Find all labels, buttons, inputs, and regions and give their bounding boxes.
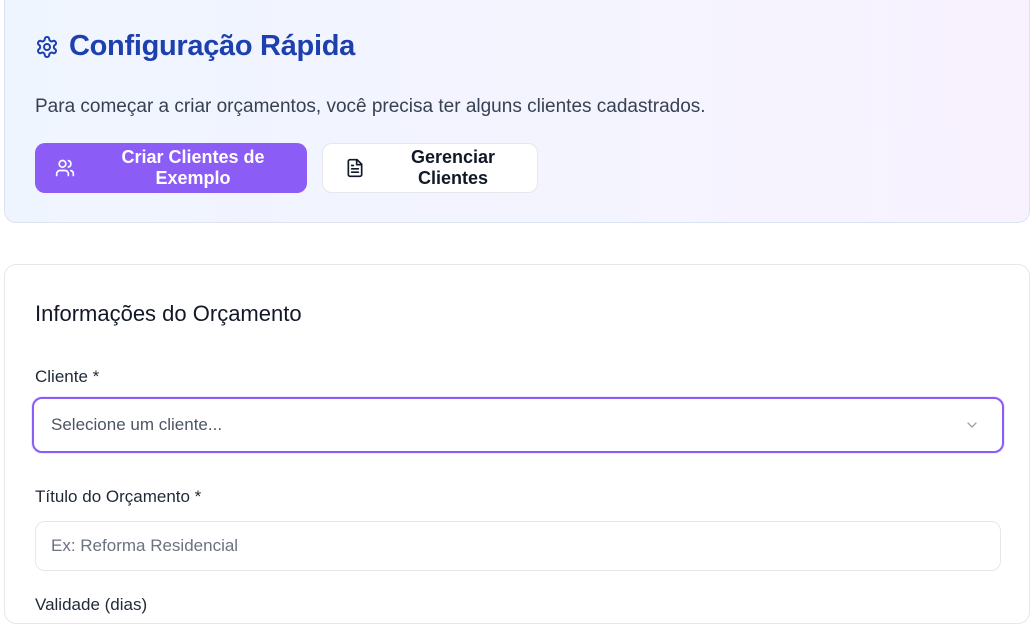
validity-label: Validade (dias) <box>35 595 148 614</box>
budget-info-card: Informações do Orçamento Cliente * Selec… <box>4 264 1030 624</box>
quick-setup-card: Configuração Rápida Para começar a criar… <box>4 0 1030 223</box>
budget-title-input[interactable] <box>35 521 1001 571</box>
quick-setup-title: Configuração Rápida <box>69 30 355 62</box>
create-sample-clients-button[interactable]: Criar Clientes de Exemplo <box>35 143 307 193</box>
client-select[interactable]: Selecione um cliente... <box>32 397 1004 453</box>
budget-info-title: Informações do Orçamento <box>35 301 302 326</box>
users-icon <box>55 158 75 178</box>
file-text-icon <box>345 158 365 178</box>
manage-clients-button[interactable]: Gerenciar Clientes <box>322 143 538 193</box>
client-label: Cliente * <box>35 367 100 386</box>
client-select-value: Selecione um cliente... <box>51 415 223 434</box>
chevron-down-icon <box>964 417 980 433</box>
quick-setup-header: Configuração Rápida <box>35 30 355 63</box>
budget-title-label: Título do Orçamento * <box>35 487 202 506</box>
quick-setup-description: Para começar a criar orçamentos, você pr… <box>35 96 706 117</box>
manage-clients-label: Gerenciar Clientes <box>410 147 496 188</box>
create-sample-clients-label: Criar Clientes de Exemplo <box>121 147 265 188</box>
gear-icon <box>35 35 59 59</box>
